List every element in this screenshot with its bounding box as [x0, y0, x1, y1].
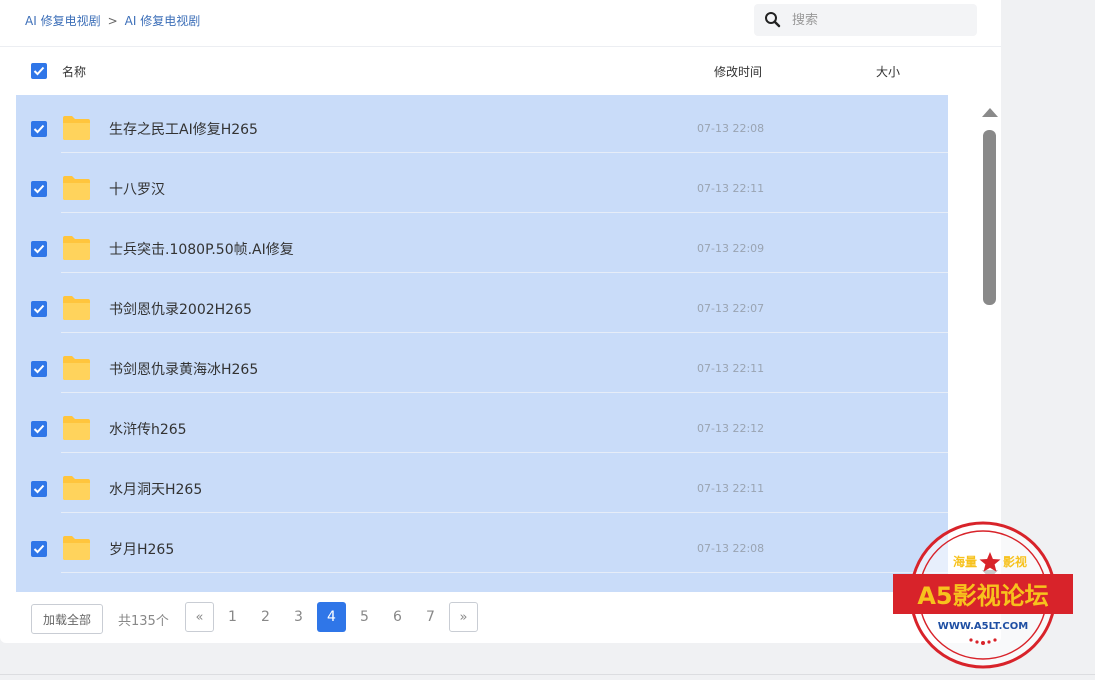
- next-page-button[interactable]: »: [449, 602, 478, 632]
- file-modified-time: 07-13 22:09: [697, 242, 765, 255]
- file-row[interactable]: 士兵突击.1080P.50帧.AI修复 07-13 22:09: [16, 213, 948, 273]
- folder-icon: [63, 536, 90, 560]
- checkbox-checked-icon: [33, 424, 45, 434]
- checkbox-checked-icon: [33, 544, 45, 554]
- row-checkbox[interactable]: [31, 481, 47, 497]
- checkbox-checked-icon: [33, 484, 45, 494]
- folder-icon: [63, 176, 90, 200]
- page-button[interactable]: 5: [350, 602, 379, 632]
- column-modified-header[interactable]: 修改时间: [714, 63, 762, 80]
- bottom-divider: [0, 674, 1095, 675]
- file-modified-time: 07-13 22:07: [697, 302, 765, 315]
- breadcrumb-separator: >: [107, 13, 118, 28]
- watermark-stamp: 海量 影视 A5影视论坛 WWW.A5LT.COM: [893, 519, 1073, 671]
- breadcrumb: AI 修复电视剧 > AI 修复电视剧: [25, 12, 200, 29]
- file-modified-time: 07-13 22:08: [697, 122, 765, 135]
- file-browser-panel: AI 修复电视剧 > AI 修复电视剧 名称 修改时间 大小 生存之民工AI修复…: [0, 0, 1001, 643]
- pagination-footer: 加载全部 共135个 «1 2 3 4 5 6 7»: [0, 592, 1001, 643]
- column-name-header[interactable]: 名称: [62, 63, 86, 80]
- folder-icon: [63, 296, 90, 320]
- search-input[interactable]: [792, 10, 967, 30]
- select-all-checkbox[interactable]: [31, 63, 47, 79]
- column-header: 名称 修改时间 大小: [0, 47, 1001, 95]
- checkbox-checked-icon: [33, 304, 45, 314]
- stamp-url: WWW.A5LT.COM: [938, 621, 1028, 632]
- page-button[interactable]: 2: [251, 602, 280, 632]
- stamp-top-left: 海量: [953, 554, 977, 569]
- column-size-header[interactable]: 大小: [876, 63, 900, 80]
- page-button[interactable]: 6: [383, 602, 412, 632]
- checkbox-checked-icon: [33, 124, 45, 134]
- checkbox-checked-icon: [33, 364, 45, 374]
- file-modified-time: 07-13 22:08: [697, 542, 765, 555]
- breadcrumb-current[interactable]: AI 修复电视剧: [125, 12, 201, 29]
- checkbox-checked-icon: [33, 184, 45, 194]
- folder-icon: [63, 116, 90, 140]
- row-checkbox[interactable]: [31, 181, 47, 197]
- breadcrumb-root[interactable]: AI 修复电视剧: [25, 12, 101, 29]
- file-name[interactable]: 水月洞天H265: [109, 479, 202, 499]
- row-checkbox[interactable]: [31, 361, 47, 377]
- file-modified-time: 07-13 22:11: [697, 182, 765, 195]
- row-checkbox[interactable]: [31, 421, 47, 437]
- page-button[interactable]: 4: [317, 602, 346, 632]
- row-checkbox[interactable]: [31, 301, 47, 317]
- file-name[interactable]: 水浒传h265: [109, 419, 187, 439]
- file-name[interactable]: 生存之民工AI修复H265: [109, 119, 258, 139]
- folder-icon: [63, 416, 90, 440]
- file-row[interactable]: 书剑恩仇录2002H265 07-13 22:07: [16, 273, 948, 333]
- row-checkbox[interactable]: [31, 241, 47, 257]
- file-name[interactable]: 十八罗汉: [109, 179, 165, 199]
- pager: «1 2 3 4 5 6 7»: [185, 602, 478, 632]
- file-row[interactable]: 水浒传h265 07-13 22:12: [16, 393, 948, 453]
- file-modified-time: 07-13 22:12: [697, 422, 765, 435]
- folder-icon: [63, 236, 90, 260]
- load-all-button[interactable]: 加载全部: [31, 604, 103, 634]
- top-bar: AI 修复电视剧 > AI 修复电视剧: [0, 0, 1001, 47]
- file-row[interactable]: 十八罗汉 07-13 22:11: [16, 153, 948, 213]
- checkbox-checked-icon: [33, 66, 45, 76]
- file-name[interactable]: 书剑恩仇录黄海冰H265: [109, 359, 258, 379]
- scroll-up-arrow[interactable]: [982, 108, 998, 117]
- row-checkbox[interactable]: [31, 121, 47, 137]
- file-name[interactable]: 岁月H265: [109, 539, 174, 559]
- folder-icon: [63, 356, 90, 380]
- row-divider: [61, 572, 948, 573]
- file-name[interactable]: 书剑恩仇录2002H265: [109, 299, 252, 319]
- page-button[interactable]: 3: [284, 602, 313, 632]
- stamp-main: A5影视论坛: [917, 582, 1048, 610]
- file-row[interactable]: 岁月H265 07-13 22:08: [16, 513, 948, 573]
- total-count: 共135个: [118, 614, 169, 629]
- file-modified-time: 07-13 22:11: [697, 482, 765, 495]
- file-list: 生存之民工AI修复H265 07-13 22:08 十八罗汉 07-13 22:11 士…: [16, 95, 948, 592]
- file-row[interactable]: 书剑恩仇录黄海冰H265 07-13 22:11: [16, 333, 948, 393]
- row-checkbox[interactable]: [31, 541, 47, 557]
- search-icon: [765, 12, 781, 28]
- file-row[interactable]: 生存之民工AI修复H265 07-13 22:08: [16, 95, 948, 153]
- file-row[interactable]: 水月洞天H265 07-13 22:11: [16, 453, 948, 513]
- page-button[interactable]: 7: [416, 602, 445, 632]
- file-modified-time: 07-13 22:11: [697, 362, 765, 375]
- checkbox-checked-icon: [33, 244, 45, 254]
- scrollbar-thumb[interactable]: [983, 130, 996, 305]
- file-name[interactable]: 士兵突击.1080P.50帧.AI修复: [109, 239, 294, 259]
- prev-page-button[interactable]: «: [185, 602, 214, 632]
- search-box[interactable]: [754, 4, 977, 36]
- stamp-top-right: 影视: [1003, 554, 1027, 569]
- page-button[interactable]: 1: [218, 602, 247, 632]
- folder-icon: [63, 476, 90, 500]
